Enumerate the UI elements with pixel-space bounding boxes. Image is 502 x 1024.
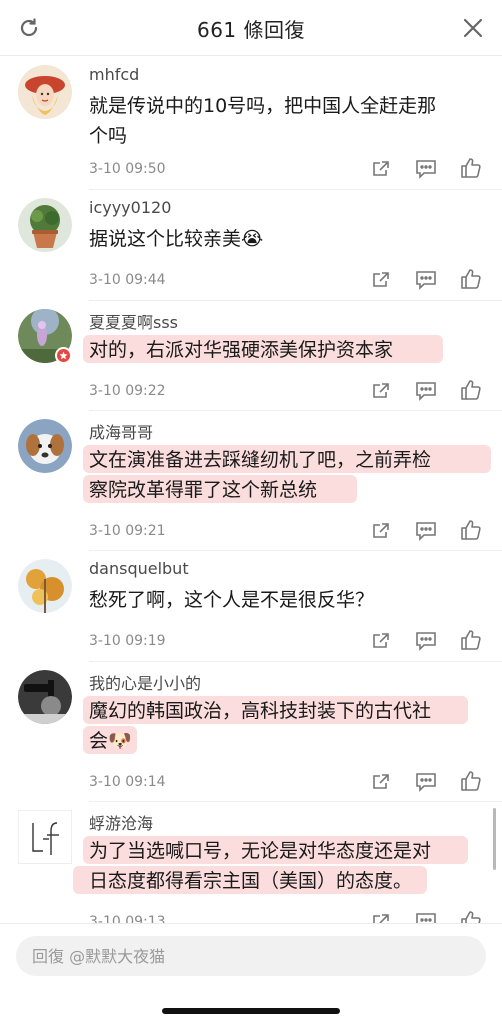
username[interactable]: 我的心是小小的 — [89, 670, 201, 694]
timestamp: 3-10 09:14 — [89, 774, 166, 790]
comment-icon[interactable] — [414, 770, 438, 794]
repost-icon[interactable] — [369, 379, 393, 403]
comment-text: 据说这个比较亲美😭 — [89, 224, 489, 254]
like-icon[interactable] — [459, 267, 483, 291]
comment-line: 对的，右派对华强硬添美保护资本家 — [89, 339, 394, 361]
comment-icon[interactable] — [414, 268, 438, 292]
comment-text: 愁死了啊，这个人是不是很反华？ — [89, 585, 489, 615]
comment-text: 对的，右派对华强硬添美保护资本家 — [89, 335, 489, 365]
comment-line: 愁死了啊，这个人是不是很反华？ — [89, 589, 375, 611]
like-icon[interactable] — [459, 156, 483, 180]
like-icon[interactable] — [459, 769, 483, 793]
reply-input[interactable] — [16, 936, 486, 976]
home-indicator[interactable] — [162, 1008, 340, 1014]
comment-item: 我的心是小小的 魔幻的韩国政治，高科技封装下的古代社 会🐶 3-10 09:14 — [0, 662, 502, 802]
comment-item: 夏夏夏啊sss 对的，右派对华强硬添美保护资本家 3-10 09:22 — [0, 301, 502, 411]
repost-icon[interactable] — [369, 910, 393, 923]
comment-item: 成海哥哥 文在演准备进去踩缝纫机了吧，之前弄检 察院改革得罪了这个新总统 3-1… — [0, 411, 502, 551]
timestamp: 3-10 09:19 — [89, 633, 166, 649]
comment-icon[interactable] — [414, 910, 438, 923]
comment-text: 魔幻的韩国政治，高科技封装下的古代社 会🐶 — [89, 696, 489, 756]
comment-item: mhfcd 就是传说中的10号吗，把中国人全赶走那 个吗 3-10 09:50 — [0, 57, 502, 190]
comment-item: dansquelbut 愁死了啊，这个人是不是很反华？ 3-10 09:19 — [0, 551, 502, 662]
comment-icon[interactable] — [414, 519, 438, 543]
username[interactable]: mhfcd — [89, 65, 139, 84]
avatar[interactable] — [18, 65, 72, 119]
comment-list[interactable]: mhfcd 就是传说中的10号吗，把中国人全赶走那 个吗 3-10 09:50 — [0, 57, 502, 923]
like-icon[interactable] — [459, 909, 483, 923]
comment-icon[interactable] — [414, 629, 438, 653]
avatar[interactable] — [18, 419, 72, 473]
username[interactable]: 成海哥哥 — [89, 419, 153, 443]
avatar[interactable] — [18, 810, 72, 864]
comment-item: icyyy0120 据说这个比较亲美😭 3-10 09:44 — [0, 190, 502, 301]
reply-box[interactable] — [16, 936, 486, 976]
comment-line: 魔幻的韩国政治，高科技封装下的古代社 — [89, 700, 432, 722]
comment-text: 文在演准备进去踩缝纫机了吧，之前弄检 察院改革得罪了这个新总统 — [89, 445, 489, 505]
repost-icon[interactable] — [369, 519, 393, 543]
like-icon[interactable] — [459, 518, 483, 542]
timestamp: 3-10 09:22 — [89, 383, 166, 399]
comment-line: 文在演准备进去踩缝纫机了吧，之前弄检 — [89, 449, 432, 471]
comment-text: 为了当选喊口号，无论是对华态度还是对 日态度都得看宗主国（美国）的态度。 — [89, 836, 489, 896]
avatar[interactable] — [18, 198, 72, 252]
like-icon[interactable] — [459, 628, 483, 652]
like-icon[interactable] — [459, 378, 483, 402]
timestamp: 3-10 09:50 — [89, 161, 166, 177]
comment-text: 就是传说中的10号吗，把中国人全赶走那 个吗 — [89, 91, 489, 151]
timestamp: 3-10 09:21 — [89, 523, 166, 539]
username[interactable]: 夏夏夏啊sss — [89, 309, 178, 333]
comment-line: 日态度都得看宗主国（美国）的态度。 — [89, 870, 413, 892]
scrollbar[interactable] — [493, 808, 496, 870]
repost-icon[interactable] — [369, 629, 393, 653]
comment-line: 据说这个比较亲美😭 — [89, 228, 264, 250]
reply-bar — [0, 923, 502, 1024]
repost-icon[interactable] — [369, 268, 393, 292]
page-title: 661 條回復 — [196, 18, 306, 42]
avatar[interactable] — [18, 670, 72, 724]
timestamp: 3-10 09:44 — [89, 272, 166, 288]
comment-line: 就是传说中的10号吗，把中国人全赶走那 — [89, 95, 437, 117]
comment-line: 为了当选喊口号，无论是对华态度还是对 — [89, 840, 432, 862]
timestamp: 3-10 09:13 — [89, 914, 166, 923]
comment-item: 蜉游沧海 为了当选喊口号，无论是对华态度还是对 日态度都得看宗主国（美国）的态度… — [0, 802, 502, 923]
comment-line: 会🐶 — [89, 730, 132, 752]
verified-badge-icon — [55, 347, 72, 364]
repost-icon[interactable] — [369, 157, 393, 181]
close-icon[interactable] — [460, 15, 486, 41]
repost-icon[interactable] — [369, 770, 393, 794]
header: 661 條回復 — [0, 0, 502, 56]
comment-line: 个吗 — [89, 125, 128, 147]
comment-icon[interactable] — [414, 157, 438, 181]
username[interactable]: icyyy0120 — [89, 198, 171, 217]
username[interactable]: dansquelbut — [89, 559, 189, 578]
comment-icon[interactable] — [414, 379, 438, 403]
avatar[interactable] — [18, 559, 72, 613]
username[interactable]: 蜉游沧海 — [89, 810, 153, 834]
comment-line: 察院改革得罪了这个新总统 — [89, 479, 318, 501]
